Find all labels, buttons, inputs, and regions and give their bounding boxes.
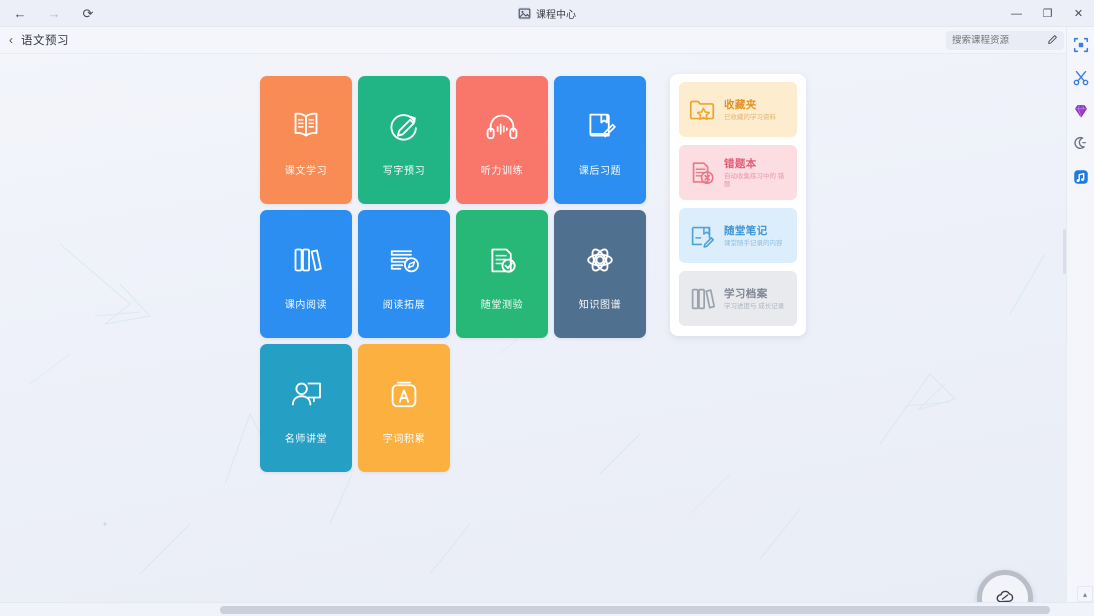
content-canvas: 课文学习 写字预习 听力训练 课后习题 课内阅读 阅读拓展 随堂测验 知识图谱 … <box>0 54 1094 602</box>
sub-toolbar: ‹ 语文预习 <box>0 27 1094 54</box>
side-card-subtitle: 自动收集练习中的 错题 <box>724 172 785 188</box>
side-card-subtitle: 已收藏的学习资料 <box>724 113 776 121</box>
tile-handwriting-prep[interactable]: 写字预习 <box>358 76 450 204</box>
note-pencil-icon <box>687 221 717 251</box>
scrollbar-thumb[interactable] <box>220 606 1050 614</box>
floating-assistant-button[interactable] <box>977 570 1033 602</box>
tile-in-class-reading[interactable]: 课内阅读 <box>260 210 352 338</box>
side-card-notes[interactable]: 随堂笔记 课堂随手记录的内容 <box>679 208 797 263</box>
archive-books-icon <box>687 284 717 314</box>
tab-title: 课程中心 <box>536 9 576 21</box>
select-frame-icon[interactable] <box>1071 35 1091 55</box>
music-note-icon[interactable] <box>1071 167 1091 187</box>
minimize-button[interactable]: — <box>1001 0 1032 27</box>
folder-star-icon <box>687 95 717 125</box>
side-card-favorites[interactable]: 收藏夹 已收藏的学习资料 <box>679 82 797 137</box>
gem-icon[interactable] <box>1071 101 1091 121</box>
tile-knowledge-graph[interactable]: 知识图谱 <box>554 210 646 338</box>
open-book-icon <box>284 104 328 148</box>
side-card-text: 学习档案 学习进度与 成长记录 <box>724 286 784 311</box>
tile-master-lectures[interactable]: 名师讲堂 <box>260 344 352 472</box>
title-bar: ← → ⟳ 课程中心 — ❐ ✕ <box>0 0 1094 27</box>
tile-label: 知识图谱 <box>578 299 622 311</box>
feature-tile-grid: 课文学习 写字预习 听力训练 课后习题 课内阅读 阅读拓展 随堂测验 知识图谱 … <box>260 76 646 472</box>
tile-label: 课内阅读 <box>284 299 328 311</box>
book-pen-icon <box>578 104 622 148</box>
tile-label: 字词积累 <box>382 433 426 445</box>
horizontal-scrollbar[interactable] <box>0 602 1094 616</box>
search-box[interactable] <box>946 31 1064 50</box>
document-x-icon <box>687 158 717 188</box>
app-window: ← → ⟳ 课程中心 — ❐ ✕ ‹ 语文预习 搜索课程资源 课文学习 写字预习… <box>0 0 1094 616</box>
pencil-circle-icon <box>382 104 426 148</box>
drag-handle-icon[interactable]: ▴ <box>1077 586 1093 602</box>
letter-a-icon <box>382 372 426 416</box>
side-card-title: 错题本 <box>724 157 757 170</box>
quick-access-panel: 收藏夹 已收藏的学习资料 错题本 自动收集练习中的 错题 随堂笔记 课堂随手记录… <box>670 74 806 336</box>
tile-label: 课文学习 <box>284 165 328 177</box>
tile-text-study[interactable]: 课文学习 <box>260 76 352 204</box>
tile-label: 写字预习 <box>382 165 426 177</box>
atom-icon <box>578 238 622 282</box>
image-icon <box>518 6 531 20</box>
document-check-icon <box>480 238 524 282</box>
maximize-button[interactable]: ❐ <box>1032 0 1063 27</box>
close-button[interactable]: ✕ <box>1063 0 1094 27</box>
pencil-icon[interactable] <box>1047 34 1058 48</box>
tile-homework[interactable]: 课后习题 <box>554 76 646 204</box>
cloud-logo-icon <box>996 590 1014 602</box>
tile-quiz[interactable]: 随堂测验 <box>456 210 548 338</box>
nav-button-group: ← → ⟳ <box>0 3 98 23</box>
books-icon <box>284 238 328 282</box>
side-card-title: 收藏夹 <box>724 98 757 111</box>
side-card-mistakes[interactable]: 错题本 自动收集练习中的 错题 <box>679 145 797 200</box>
side-card-text: 错题本 自动收集练习中的 错题 <box>724 156 789 189</box>
page-title: 语文预习 <box>21 35 69 47</box>
side-card-title: 随堂笔记 <box>724 224 768 237</box>
active-tab[interactable]: 课程中心 <box>518 6 576 21</box>
side-card-text: 收藏夹 已收藏的学习资料 <box>724 97 776 122</box>
search-input[interactable] <box>952 35 1044 46</box>
tile-vocabulary[interactable]: 字词积累 <box>358 344 450 472</box>
headphones-icon <box>480 104 524 148</box>
teacher-icon <box>284 372 328 416</box>
tile-label: 听力训练 <box>480 165 524 177</box>
tile-label: 阅读拓展 <box>382 299 426 311</box>
moon-icon[interactable] <box>1071 134 1091 154</box>
reload-button[interactable]: ⟳ <box>78 3 98 23</box>
side-card-subtitle: 学习进度与 成长记录 <box>724 302 785 310</box>
side-card-title: 学习档案 <box>724 287 768 300</box>
side-card-archive[interactable]: 学习档案 学习进度与 成长记录 <box>679 271 797 326</box>
breadcrumb: ‹ 语文预习 <box>0 32 69 48</box>
tile-label: 名师讲堂 <box>284 433 328 445</box>
books-compass-icon <box>382 238 426 282</box>
side-card-subtitle: 课堂随手记录的内容 <box>724 239 783 247</box>
tile-label: 课后习题 <box>578 165 622 177</box>
tile-label: 随堂测验 <box>480 299 524 311</box>
breadcrumb-back-icon[interactable]: ‹ <box>9 33 13 47</box>
window-controls: — ❐ ✕ <box>1001 0 1094 27</box>
scissors-icon[interactable] <box>1071 68 1091 88</box>
tile-listening-practice[interactable]: 听力训练 <box>456 76 548 204</box>
tile-extended-reading[interactable]: 阅读拓展 <box>358 210 450 338</box>
forward-button[interactable]: → <box>44 3 64 23</box>
side-card-text: 随堂笔记 课堂随手记录的内容 <box>724 223 783 248</box>
right-tool-rail <box>1066 27 1094 616</box>
back-button[interactable]: ← <box>10 3 30 23</box>
